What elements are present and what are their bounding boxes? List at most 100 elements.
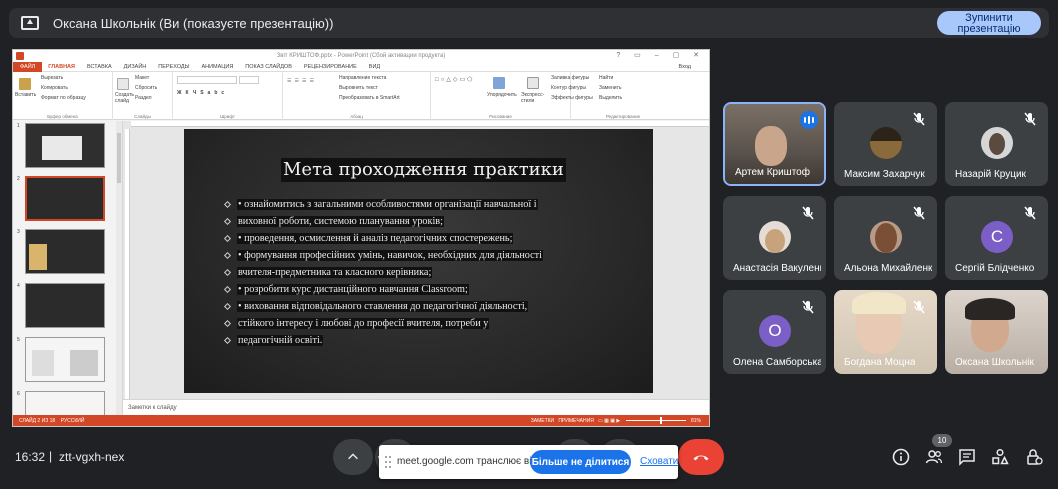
shape-outline-button[interactable]: Контур фигуры: [551, 85, 586, 91]
thumbnails-scrollbar[interactable]: [116, 121, 122, 415]
cut-button[interactable]: Вырезать: [41, 75, 63, 81]
paste-button[interactable]: Вставить: [15, 92, 36, 98]
clipboard-group-label: Буфер обмена: [47, 114, 78, 119]
activities-icon[interactable]: [991, 448, 1009, 466]
window-controls-icon[interactable]: ? ▭ – ▢ ✕: [616, 50, 705, 62]
avatar-photo: [765, 229, 785, 253]
participant-tile[interactable]: Оксана Школьнік: [945, 290, 1048, 374]
participant-tile[interactable]: О Олена Самборська: [723, 290, 826, 374]
thumb-image: [42, 136, 82, 160]
drawing-group-label: Рисование: [489, 114, 512, 119]
participant-tile[interactable]: С Сергій Блідченко: [945, 196, 1048, 280]
avatar-letter: С: [981, 221, 1013, 253]
tab-slideshow[interactable]: ПОКАЗ СЛАЙДОВ: [239, 64, 298, 70]
new-slide-button[interactable]: Создать слайд: [115, 92, 135, 104]
font-name-box[interactable]: [177, 76, 237, 84]
tab-file[interactable]: ФАЙЛ: [13, 61, 43, 72]
shape-fill-button[interactable]: Заливка фигуры: [551, 75, 589, 81]
slides-group: Создать слайд Макет Сбросить Раздел Слай…: [113, 72, 173, 120]
tab-insert[interactable]: ВСТАВКА: [81, 64, 118, 70]
bullet-line: • розробити курс дистанційного навчання …: [223, 281, 644, 298]
avatar: [870, 127, 902, 159]
slide-thumb-2[interactable]: [25, 176, 105, 221]
view-buttons-icon[interactable]: ▭ ▦ ▣ ▶: [598, 418, 620, 424]
participant-tile[interactable]: Анастасія Вакуленко: [723, 196, 826, 280]
text-direction-button[interactable]: Направление текста: [339, 75, 386, 81]
slide-thumbnails-pane: 1 2 3 4 5 6: [13, 121, 123, 426]
leave-call-button[interactable]: [678, 439, 724, 475]
shape-effects-button[interactable]: Эффекты фигуры: [551, 95, 593, 101]
slide-thumb-5[interactable]: [25, 337, 105, 382]
ppt-window-title: Звіт КРИШТОФ.pptx - PowerPoint (Сбой акт…: [276, 53, 446, 59]
replace-button[interactable]: Заменить: [599, 85, 621, 91]
people-icon[interactable]: [925, 448, 943, 466]
editing-group: Найти Заменить Выделить Редактирование: [593, 72, 653, 120]
list-buttons-icon[interactable]: ☰☰☰☰: [287, 78, 317, 84]
present-screen-icon: [21, 16, 39, 30]
current-time: 16:32: [15, 450, 46, 464]
font-group-label: Шрифт: [220, 114, 235, 119]
slide-thumb-3[interactable]: [25, 229, 105, 274]
zoom-level[interactable]: 81%: [691, 418, 701, 424]
language-indicator[interactable]: РУССКИЙ: [61, 418, 85, 424]
slide-thumb-4[interactable]: [25, 283, 105, 328]
arrange-button[interactable]: Упорядочить: [487, 92, 517, 98]
participant-tile[interactable]: Богдана Моцна: [834, 290, 937, 374]
comments-toggle[interactable]: ПРИМЕЧАНИЯ: [558, 418, 594, 424]
participant-tile[interactable]: Максим Захарчук: [834, 102, 937, 186]
select-button[interactable]: Выделить: [599, 95, 622, 101]
layout-button[interactable]: Макет: [135, 75, 149, 81]
stop-presenting-button[interactable]: Зупинити презентацію: [937, 11, 1041, 35]
bullet-diamond-icon: [223, 302, 232, 311]
tab-home[interactable]: ГЛАВНАЯ: [42, 64, 81, 70]
format-painter-button[interactable]: Формат по образцу: [41, 95, 86, 101]
current-slide[interactable]: Мета проходження практики • ознайомитись…: [184, 129, 653, 393]
bullet-line: • виховання відповідального ставлення до…: [223, 298, 644, 315]
slide-counter: СЛАЙД 2 ИЗ 18: [19, 418, 56, 424]
slide-title: Мета проходження практики: [281, 158, 566, 182]
info-icon[interactable]: [892, 448, 910, 466]
hide-link[interactable]: Сховати: [640, 456, 678, 467]
tab-review[interactable]: РЕЦЕНЗИРОВАНИЕ: [298, 64, 363, 70]
stop-sharing-button[interactable]: Більше не ділитися: [530, 450, 631, 474]
smartart-button[interactable]: Преобразовать в SmartArt: [339, 95, 400, 101]
quick-styles-icon: [527, 77, 539, 89]
copy-button[interactable]: Копировать: [41, 85, 68, 91]
section-button[interactable]: Раздел: [135, 95, 152, 101]
tab-animation[interactable]: АНИМАЦИЯ: [195, 64, 239, 70]
slide-thumb-1[interactable]: [25, 123, 105, 168]
separator: |: [49, 449, 53, 463]
drag-handle-icon[interactable]: [385, 456, 391, 468]
participant-tile[interactable]: Артем Криштоф: [723, 102, 826, 186]
bullet-diamond-icon: [223, 268, 232, 277]
quick-styles-button[interactable]: Экспресс-стили: [521, 92, 544, 104]
participant-name: Артем Криштоф: [735, 167, 810, 178]
login-link[interactable]: Вход: [673, 64, 697, 70]
editing-group-label: Редактирование: [605, 114, 641, 119]
slide-number: 3: [17, 229, 20, 235]
participant-tile[interactable]: Назарій Круцик: [945, 102, 1048, 186]
chevron-up-button[interactable]: [333, 439, 373, 475]
host-controls-lock-icon[interactable]: [1025, 448, 1043, 466]
tab-transitions[interactable]: ПЕРЕХОДЫ: [152, 64, 195, 70]
tab-design[interactable]: ДИЗАЙН: [118, 64, 153, 70]
tab-view[interactable]: ВИД: [363, 64, 386, 70]
thumb-image: [70, 350, 98, 376]
bullet-text: • розробити курс дистанційного навчання …: [237, 284, 469, 295]
zoom-slider[interactable]: [625, 417, 686, 425]
reset-button[interactable]: Сбросить: [135, 85, 157, 91]
paragraph-group: ☰☰☰☰ Направление текста Выровнять текст …: [283, 72, 431, 120]
align-text-button[interactable]: Выровнять текст: [339, 85, 378, 91]
participant-name: Альона Михайленко: [844, 263, 932, 274]
bullet-text: вчителя-предметника та класного керівник…: [237, 267, 433, 278]
font-style-buttons[interactable]: ЖКЧSabc: [177, 90, 228, 96]
font-size-box[interactable]: [239, 76, 259, 84]
ribbon: Вставить Вырезать Копировать Формат по о…: [13, 72, 709, 120]
shapes-gallery-icon[interactable]: □○△◇▭⬠: [435, 76, 474, 83]
participant-tile[interactable]: Альона Михайленко: [834, 196, 937, 280]
notes-toggle[interactable]: ЗАМЕТКИ: [531, 418, 554, 424]
slide-notes-field[interactable]: Заметки к слайду: [123, 399, 709, 415]
bullet-text: • виховання відповідального ставлення до…: [237, 301, 529, 312]
chat-icon[interactable]: [958, 448, 976, 466]
find-button[interactable]: Найти: [599, 75, 613, 81]
